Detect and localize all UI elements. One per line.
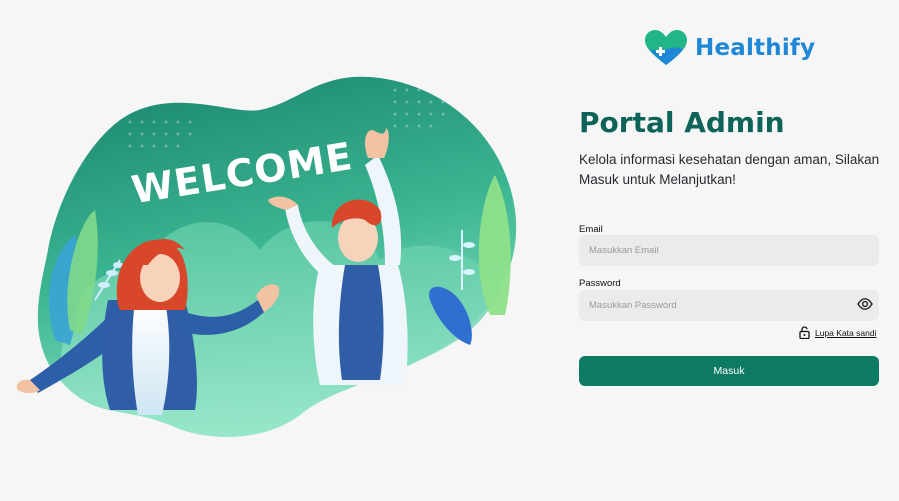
- forgot-password-label: Lupa Kata sandi: [815, 327, 877, 338]
- email-label: Email: [579, 224, 603, 235]
- password-label: Password: [579, 278, 621, 289]
- brand-name: Healthify: [695, 35, 816, 61]
- welcome-illustration: WELCOME: [16, 76, 517, 437]
- heart-hands-logo-icon: [645, 30, 687, 65]
- email-input[interactable]: [579, 235, 879, 266]
- page-subtitle: Kelola informasi kesehatan dengan aman, …: [579, 152, 880, 187]
- page-title: Portal Admin: [579, 106, 785, 139]
- unlock-icon: [799, 326, 810, 339]
- login-button[interactable]: Masuk: [579, 356, 879, 386]
- forgot-password-link[interactable]: Lupa Kata sandi: [799, 326, 876, 339]
- password-input[interactable]: [579, 290, 879, 321]
- eye-icon[interactable]: [857, 297, 873, 311]
- brand-logo: Healthify: [643, 28, 815, 68]
